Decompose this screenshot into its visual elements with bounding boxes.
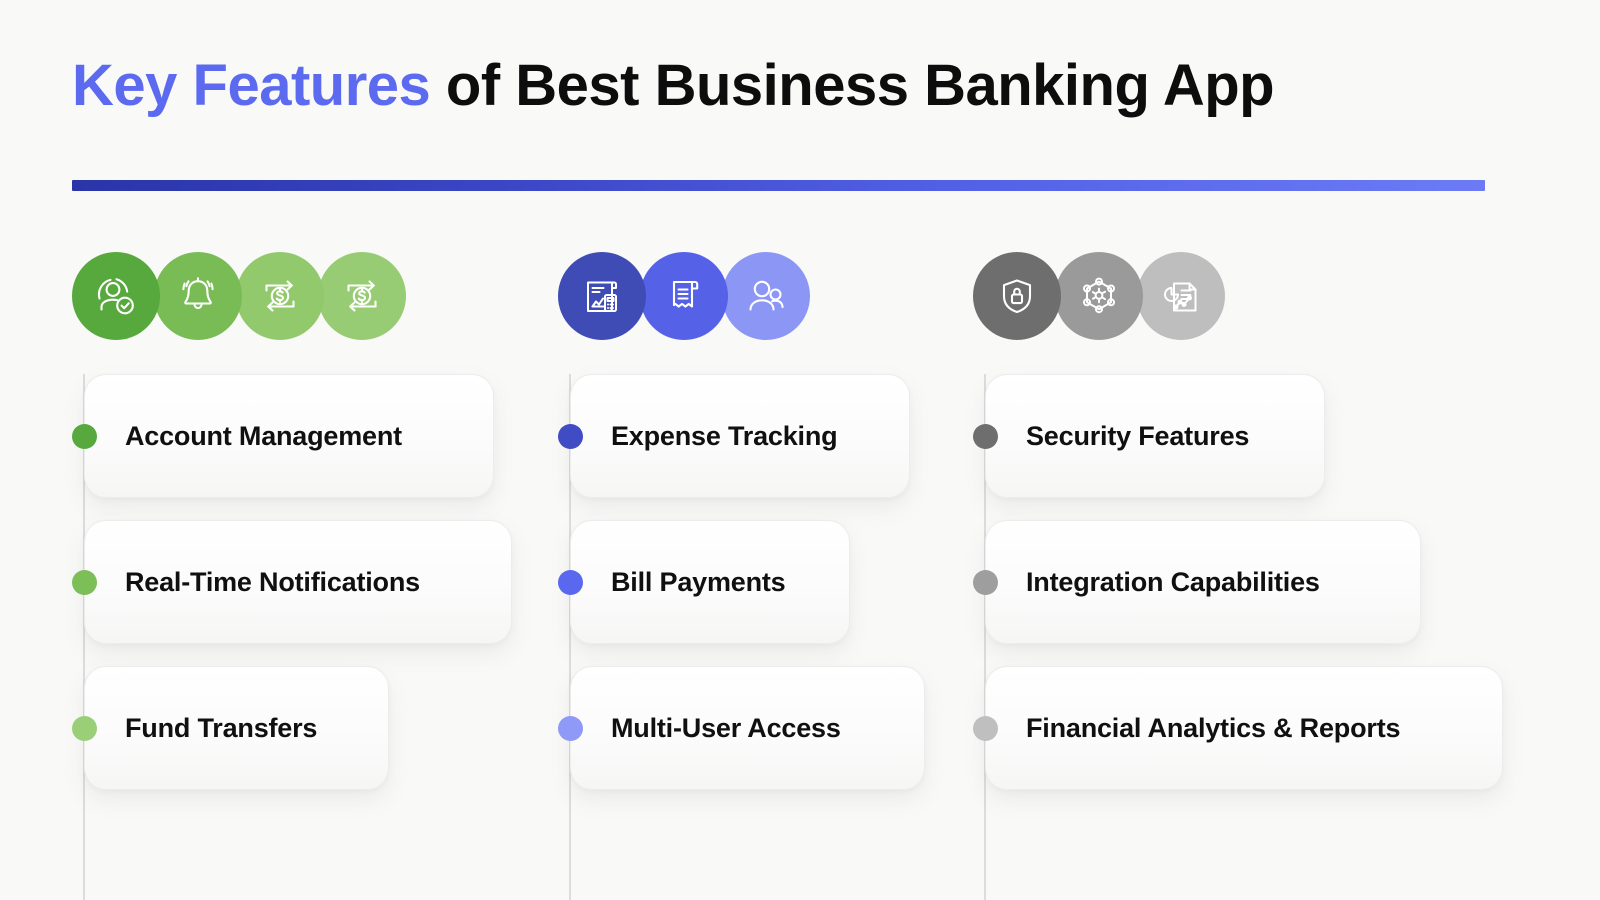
feature-list-security: Security Features Integration Capabiliti… — [973, 374, 1533, 812]
feature-card-label: Account Management — [125, 420, 402, 451]
feature-bullet-dot — [973, 716, 998, 741]
feature-card[interactable]: Multi-User Access — [570, 666, 925, 790]
icon-cluster-accounts — [72, 248, 552, 344]
feature-card[interactable]: Security Features — [985, 374, 1325, 498]
feature-row: Multi-User Access — [558, 666, 958, 790]
invoice-receipt-icon — [672, 280, 699, 308]
icon-badge-integration-network — [1055, 252, 1143, 340]
feature-card-label: Financial Analytics & Reports — [1026, 712, 1401, 743]
feature-card-label: Multi-User Access — [611, 712, 841, 743]
page-title-rest: of Best Business Banking App — [430, 53, 1275, 118]
icon-badge-money-transfer-1 — [236, 252, 324, 340]
feature-card[interactable]: Financial Analytics & Reports — [985, 666, 1503, 790]
icon-badge-user-verified — [72, 252, 160, 340]
feature-bullet-dot — [72, 716, 97, 741]
icon-badge-shield-lock — [973, 252, 1061, 340]
title-divider-bar — [72, 180, 1485, 191]
icon-badge-bell-notification — [154, 252, 242, 340]
feature-card[interactable]: Account Management — [84, 374, 494, 498]
feature-list-accounts: Account Management Real-Time Notificatio… — [72, 374, 552, 812]
feature-bullet-dot — [558, 570, 583, 595]
feature-bullet-dot — [72, 570, 97, 595]
page-title: Key Features of Best Business Banking Ap… — [72, 52, 1532, 120]
icon-badge-analytics-report — [1137, 252, 1225, 340]
icon-cluster-payments — [558, 248, 958, 344]
expense-report-calculator-icon — [587, 281, 617, 312]
feature-bullet-dot — [558, 716, 583, 741]
feature-card-label: Real-Time Notifications — [125, 566, 420, 597]
icon-badge-multi-user — [722, 252, 810, 340]
money-transfer-icon — [265, 280, 295, 312]
feature-row: Integration Capabilities — [973, 520, 1533, 644]
shield-lock-icon — [1002, 279, 1032, 314]
feature-row: Fund Transfers — [72, 666, 552, 790]
header: Key Features of Best Business Banking Ap… — [72, 52, 1532, 120]
feature-row: Bill Payments — [558, 520, 958, 644]
feature-card-label: Security Features — [1026, 420, 1250, 451]
feature-list-payments: Expense Tracking Bill Payments Multi-Use… — [558, 374, 958, 812]
bell-notification-icon — [182, 277, 214, 310]
feature-row: Account Management — [72, 374, 552, 498]
feature-row: Expense Tracking — [558, 374, 958, 498]
feature-card[interactable]: Fund Transfers — [84, 666, 389, 790]
analytics-report-icon — [1164, 282, 1197, 312]
feature-bullet-dot — [973, 570, 998, 595]
feature-bullet-dot — [558, 424, 583, 449]
infographic-canvas: Key Features of Best Business Banking Ap… — [0, 0, 1600, 900]
icon-badge-invoice-receipt — [640, 252, 728, 340]
feature-card-label: Fund Transfers — [125, 712, 318, 743]
feature-card[interactable]: Expense Tracking — [570, 374, 910, 498]
money-transfer-icon — [347, 280, 377, 312]
feature-columns: Account Management Real-Time Notificatio… — [0, 248, 1600, 900]
icon-cluster-security — [973, 248, 1533, 344]
feature-bullet-dot — [973, 424, 998, 449]
feature-row: Financial Analytics & Reports — [973, 666, 1533, 790]
icon-badge-expense-report — [558, 252, 646, 340]
feature-row: Security Features — [973, 374, 1533, 498]
feature-card-label: Integration Capabilities — [1026, 566, 1320, 597]
feature-card[interactable]: Real-Time Notifications — [84, 520, 512, 644]
feature-card-label: Bill Payments — [611, 566, 786, 597]
feature-card[interactable]: Integration Capabilities — [985, 520, 1421, 644]
integration-network-gear-icon — [1083, 277, 1115, 314]
multi-user-icon — [749, 280, 784, 311]
feature-column-security: Security Features Integration Capabiliti… — [973, 248, 1533, 900]
feature-column-payments: Expense Tracking Bill Payments Multi-Use… — [558, 248, 958, 900]
feature-column-accounts: Account Management Real-Time Notificatio… — [72, 248, 552, 900]
user-verified-icon — [97, 278, 134, 315]
icon-badge-money-transfer-2 — [318, 252, 406, 340]
page-title-accent: Key Features — [72, 53, 431, 118]
feature-card-label: Expense Tracking — [611, 420, 838, 451]
feature-bullet-dot — [72, 424, 97, 449]
feature-row: Real-Time Notifications — [72, 520, 552, 644]
feature-card[interactable]: Bill Payments — [570, 520, 850, 644]
